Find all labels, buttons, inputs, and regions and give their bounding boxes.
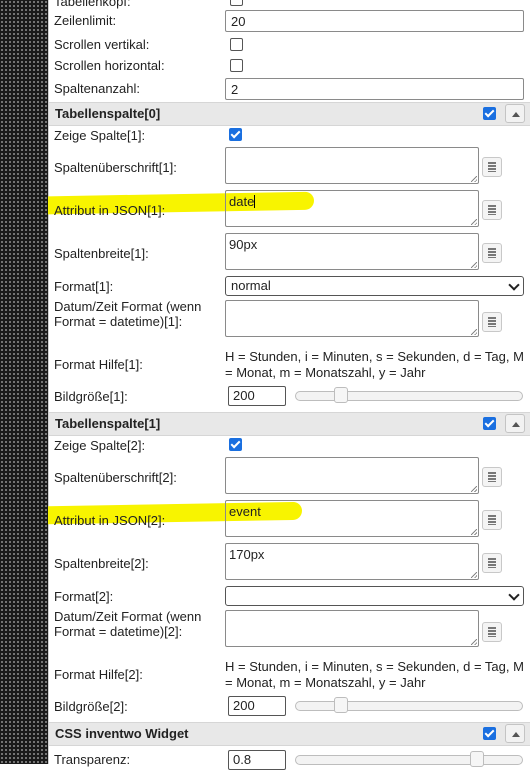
- row-limit-label: Zeilenlimit:: [54, 13, 117, 28]
- scroll-vertical-label: Scrollen vertikal:: [54, 37, 150, 52]
- section-enable-checkbox[interactable]: [483, 417, 496, 430]
- format-select[interactable]: [225, 586, 524, 606]
- edit-list-icon[interactable]: [482, 243, 502, 263]
- edit-list-icon[interactable]: [482, 312, 502, 332]
- section-header-column-0[interactable]: Tabellenspalte[0]: [49, 102, 530, 126]
- format-selected-value: normal: [231, 278, 271, 293]
- column-header-label: Spaltenüberschrift[1]:: [54, 160, 177, 175]
- scroll-horizontal-label: Scrollen horizontal:: [54, 58, 165, 73]
- collapse-up-icon[interactable]: [505, 724, 525, 743]
- edit-list-icon[interactable]: [482, 467, 502, 487]
- edit-list-icon[interactable]: [482, 622, 502, 642]
- datetime-format-textarea[interactable]: [225, 610, 479, 647]
- slider-handle[interactable]: [334, 387, 349, 403]
- datetime-format-label: Datum/Zeit Format (wenn Format = datetim…: [54, 609, 202, 639]
- section-enable-checkbox[interactable]: [483, 107, 496, 120]
- table-header-checkbox[interactable]: [230, 0, 243, 6]
- section-header-css-widget[interactable]: CSS inventwo Widget: [49, 722, 530, 746]
- table-header-label: Tabellenkopf:: [54, 0, 131, 9]
- json-attribute-value: date: [229, 194, 255, 209]
- edit-list-icon[interactable]: [482, 553, 502, 573]
- collapse-up-icon[interactable]: [505, 414, 525, 433]
- column-width-label: Spaltenbreite[2]:: [54, 556, 149, 571]
- chevron-down-icon: [508, 589, 520, 601]
- image-size-slider[interactable]: [295, 697, 523, 713]
- format-help-text: H = Stunden, i = Minuten, s = Sekunden, …: [225, 659, 524, 690]
- column-width-textarea[interactable]: 170px: [225, 543, 479, 580]
- section-enable-checkbox[interactable]: [483, 727, 496, 740]
- image-size-label: Bildgröße[1]:: [54, 389, 128, 404]
- collapse-up-icon[interactable]: [505, 104, 525, 123]
- json-attribute-textarea[interactable]: event: [225, 500, 479, 537]
- edit-list-icon[interactable]: [482, 200, 502, 220]
- column-header-label: Spaltenüberschrift[2]:: [54, 470, 177, 485]
- image-size-slider[interactable]: [295, 387, 523, 403]
- section-title: Tabellenspalte[0]: [55, 106, 161, 121]
- column-header-textarea[interactable]: [225, 147, 479, 184]
- transparency-label: Transparenz:: [54, 752, 131, 767]
- format-select[interactable]: normal: [225, 276, 524, 296]
- json-attribute-textarea[interactable]: date: [225, 190, 479, 227]
- section-header-column-1[interactable]: Tabellenspalte[1]: [49, 412, 530, 436]
- image-size-input[interactable]: 200: [228, 696, 286, 716]
- format-help-label: Format Hilfe[2]:: [54, 667, 143, 682]
- show-column-label: Zeige Spalte[1]:: [54, 128, 146, 143]
- section-title: CSS inventwo Widget: [55, 726, 189, 741]
- slider-handle[interactable]: [469, 751, 484, 767]
- json-attribute-label: Attribut in JSON[2]:: [54, 513, 166, 528]
- row-limit-input[interactable]: 20: [225, 10, 524, 32]
- dotted-side-strip: [0, 0, 48, 764]
- format-label: Format[1]:: [54, 279, 114, 294]
- slider-handle[interactable]: [334, 697, 349, 713]
- section-title: Tabellenspalte[1]: [55, 416, 161, 431]
- text-cursor: [254, 195, 256, 208]
- datetime-format-label: Datum/Zeit Format (wenn Format = datetim…: [54, 299, 202, 329]
- chevron-down-icon: [508, 279, 520, 291]
- transparency-input[interactable]: 0.8: [228, 750, 286, 770]
- image-size-label: Bildgröße[2]:: [54, 699, 128, 714]
- json-attribute-label: Attribut in JSON[1]:: [54, 203, 166, 218]
- show-column-checkbox[interactable]: [229, 438, 242, 451]
- format-label: Format[2]:: [54, 589, 114, 604]
- column-width-label: Spaltenbreite[1]:: [54, 246, 149, 261]
- show-column-label: Zeige Spalte[2]:: [54, 438, 146, 453]
- column-width-textarea[interactable]: 90px: [225, 233, 479, 270]
- datetime-format-textarea[interactable]: [225, 300, 479, 337]
- image-size-input[interactable]: 200: [228, 386, 286, 406]
- scroll-vertical-checkbox[interactable]: [230, 38, 243, 51]
- edit-list-icon[interactable]: [482, 510, 502, 530]
- column-count-label: Spaltenanzahl:: [54, 81, 141, 96]
- show-column-checkbox[interactable]: [229, 128, 242, 141]
- scroll-horizontal-checkbox[interactable]: [230, 59, 243, 72]
- edit-list-icon[interactable]: [482, 157, 502, 177]
- format-help-text: H = Stunden, i = Minuten, s = Sekunden, …: [225, 349, 524, 380]
- column-header-textarea[interactable]: [225, 457, 479, 494]
- column-count-input[interactable]: 2: [225, 78, 524, 100]
- format-help-label: Format Hilfe[1]:: [54, 357, 143, 372]
